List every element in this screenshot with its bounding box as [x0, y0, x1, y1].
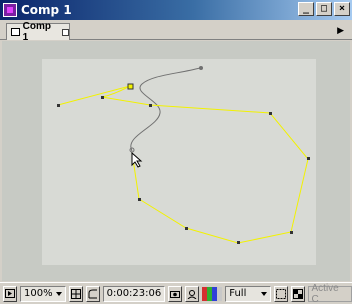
mask-vertex — [307, 157, 310, 160]
close-icon[interactable]: × — [334, 2, 350, 16]
mask-vertex — [101, 96, 104, 99]
snapshot-icon[interactable] — [168, 285, 183, 302]
mask-vertex — [290, 231, 293, 234]
tab-close-icon[interactable] — [62, 28, 69, 36]
tab-label: Comp 1 — [22, 21, 51, 43]
minimize-icon[interactable]: _ — [298, 2, 314, 16]
mask-vertex — [237, 241, 240, 244]
mask-vertex — [185, 227, 188, 230]
3d-view-dropdown[interactable]: Active C — [307, 283, 352, 304]
viewer-toolbar: 100% 0:00:23:06 Full Active C — [0, 282, 352, 304]
window-controls: _ □ × — [298, 2, 350, 16]
motion-path-end-point — [199, 66, 203, 70]
mask-toggle-icon[interactable] — [85, 285, 100, 302]
resolution-dropdown[interactable]: Full — [225, 285, 271, 302]
chevron-down-icon — [55, 291, 62, 296]
current-time-display[interactable]: 0:00:23:06 — [102, 285, 166, 302]
composition-viewer[interactable] — [2, 41, 350, 281]
mask-vertex — [269, 112, 272, 115]
tab-row: Comp 1 ▶ — [0, 20, 352, 43]
mask-vertex — [138, 198, 141, 201]
tab-comp-1[interactable]: Comp 1 — [6, 21, 70, 43]
safe-margins-icon[interactable] — [68, 285, 83, 302]
mask-vertex — [57, 104, 60, 107]
composition-icon — [11, 28, 20, 36]
window-title: Comp 1 — [21, 3, 72, 17]
tab-menu-icon[interactable]: ▶ — [337, 25, 344, 36]
path-overlay[interactable] — [2, 41, 350, 281]
title-bar[interactable]: Comp 1 _ □ × — [0, 0, 352, 20]
resolution-value: Full — [229, 288, 247, 299]
mask-path-bezier — [101, 85, 131, 98]
motion-path — [130, 67, 201, 152]
channel-swatches[interactable] — [202, 286, 223, 301]
mask-vertex — [149, 104, 152, 107]
zoom-value: 100% — [24, 288, 53, 299]
magnification-dropdown[interactable]: 100% — [20, 285, 66, 302]
maximize-icon[interactable]: □ — [316, 2, 332, 16]
pen-cursor-icon — [131, 151, 143, 168]
transparency-grid-icon[interactable] — [290, 285, 305, 302]
chevron-down-icon — [260, 291, 267, 296]
mask-path — [57, 85, 309, 244]
region-of-interest-icon[interactable] — [273, 285, 288, 302]
always-preview-icon[interactable] — [3, 285, 17, 302]
timecode: 0:00:23:06 — [106, 288, 162, 299]
mask-vertex-selected — [127, 83, 134, 90]
comp-icon — [3, 3, 17, 17]
show-snapshot-icon[interactable] — [185, 285, 200, 302]
